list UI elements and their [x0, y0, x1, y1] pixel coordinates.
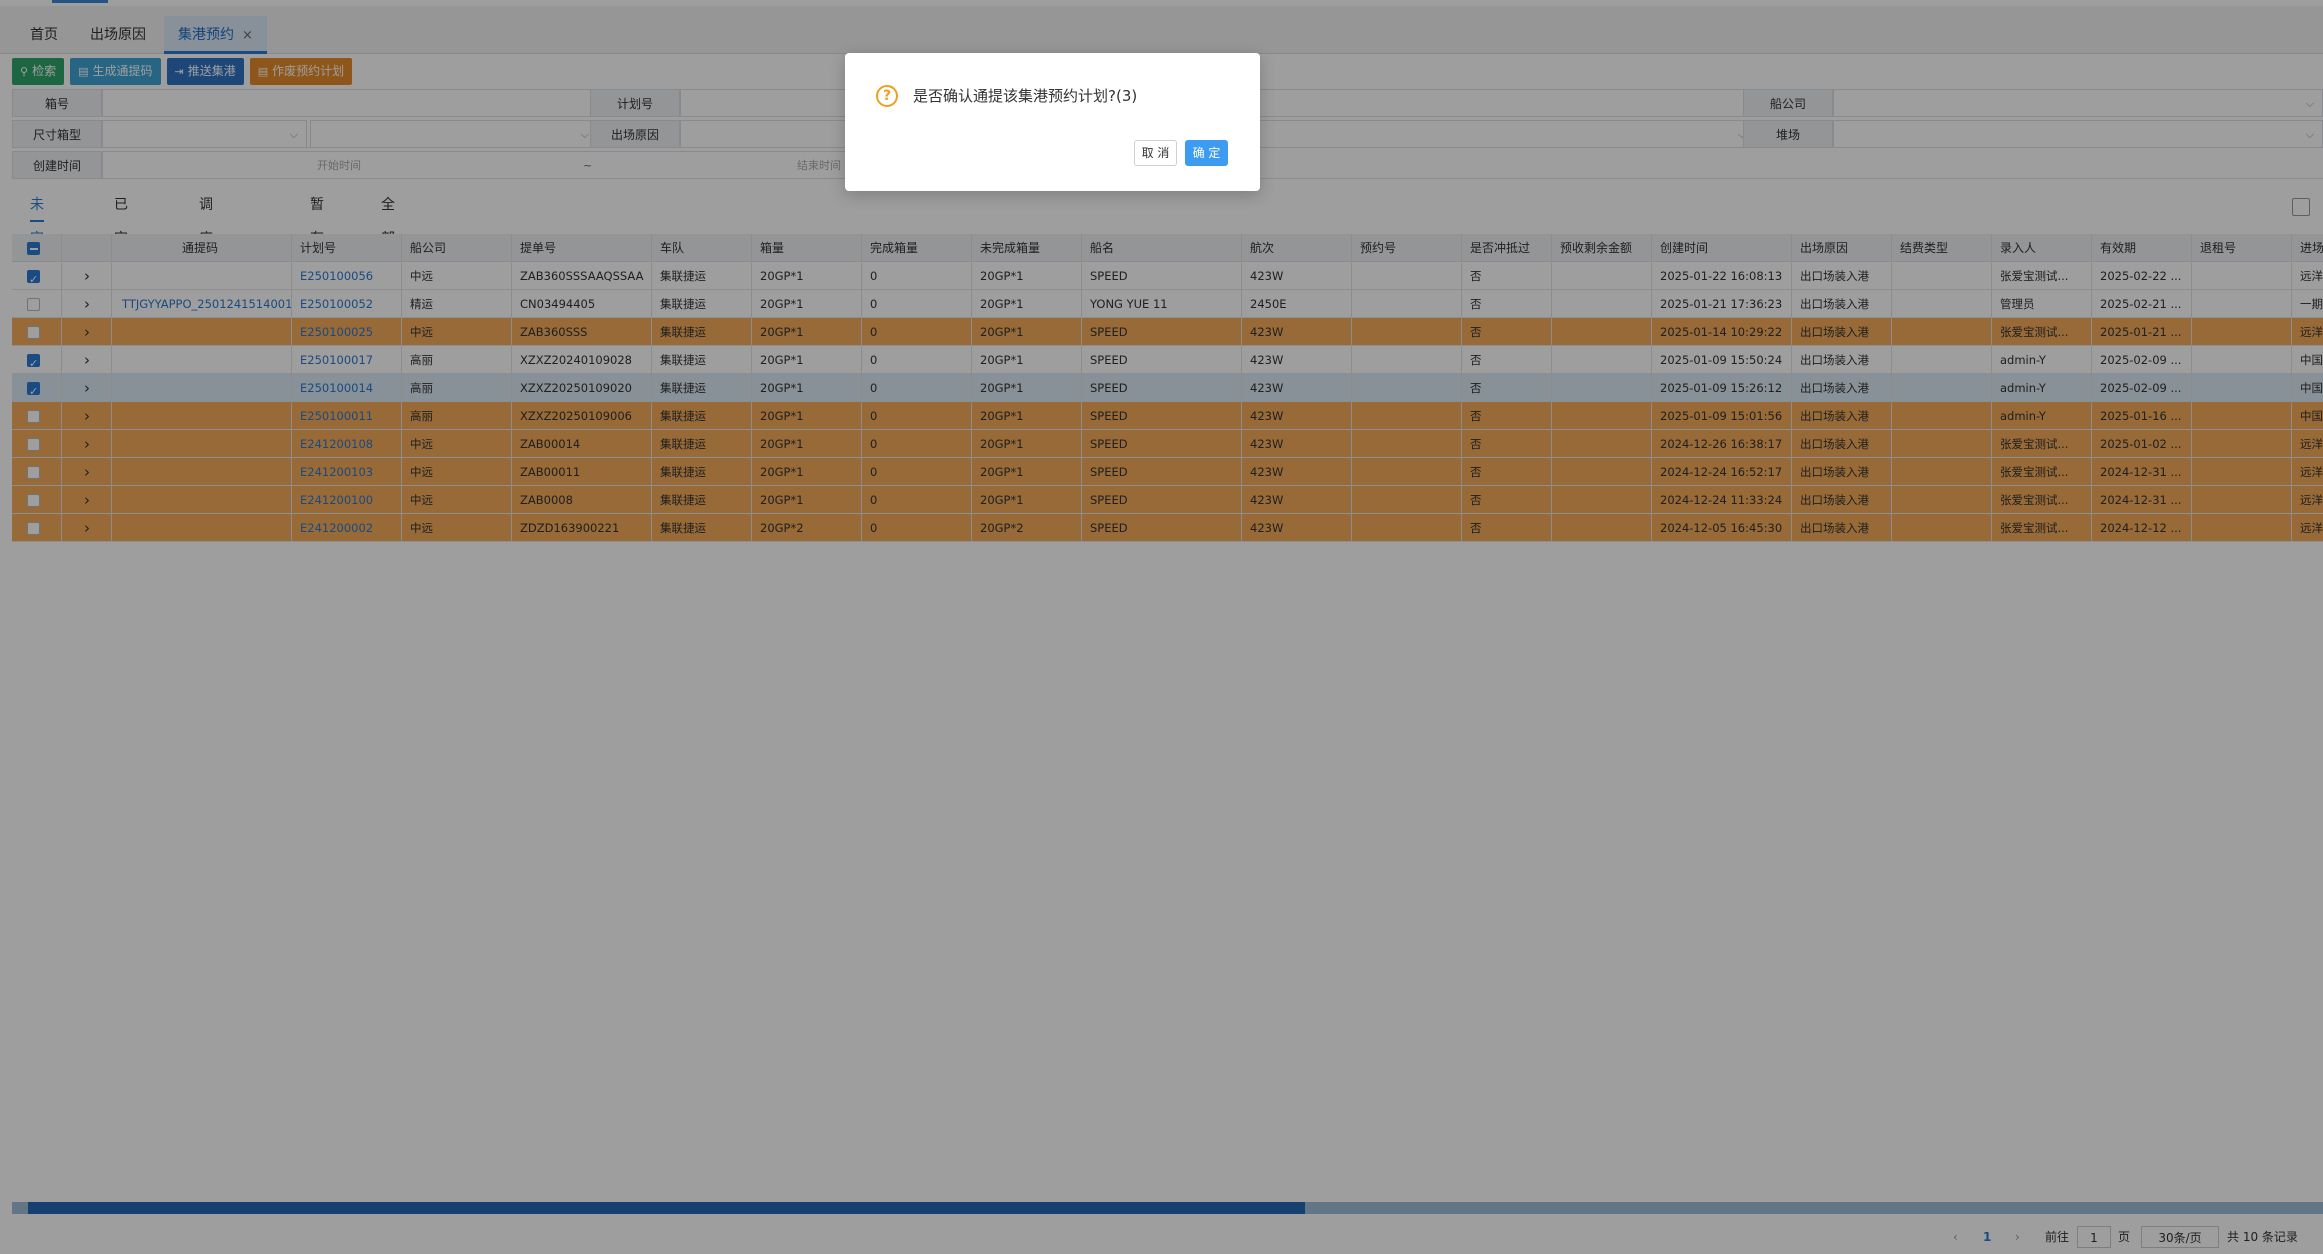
question-icon: ?: [876, 85, 898, 107]
confirm-dialog: ? 是否确认通提该集港预约计划?(3) 取 消 确 定: [845, 53, 1260, 191]
confirm-button[interactable]: 确 定: [1185, 140, 1228, 166]
cancel-button[interactable]: 取 消: [1134, 140, 1177, 166]
dialog-message: 是否确认通提该集港预约计划?(3): [913, 87, 1138, 105]
app-window: 首页 出场原因 集港预约 × ⚲ 检索 ▤ 生成通提码 ⇥ 推送集港 ▤ 作废预约计划 箱…: [0, 0, 2323, 1254]
